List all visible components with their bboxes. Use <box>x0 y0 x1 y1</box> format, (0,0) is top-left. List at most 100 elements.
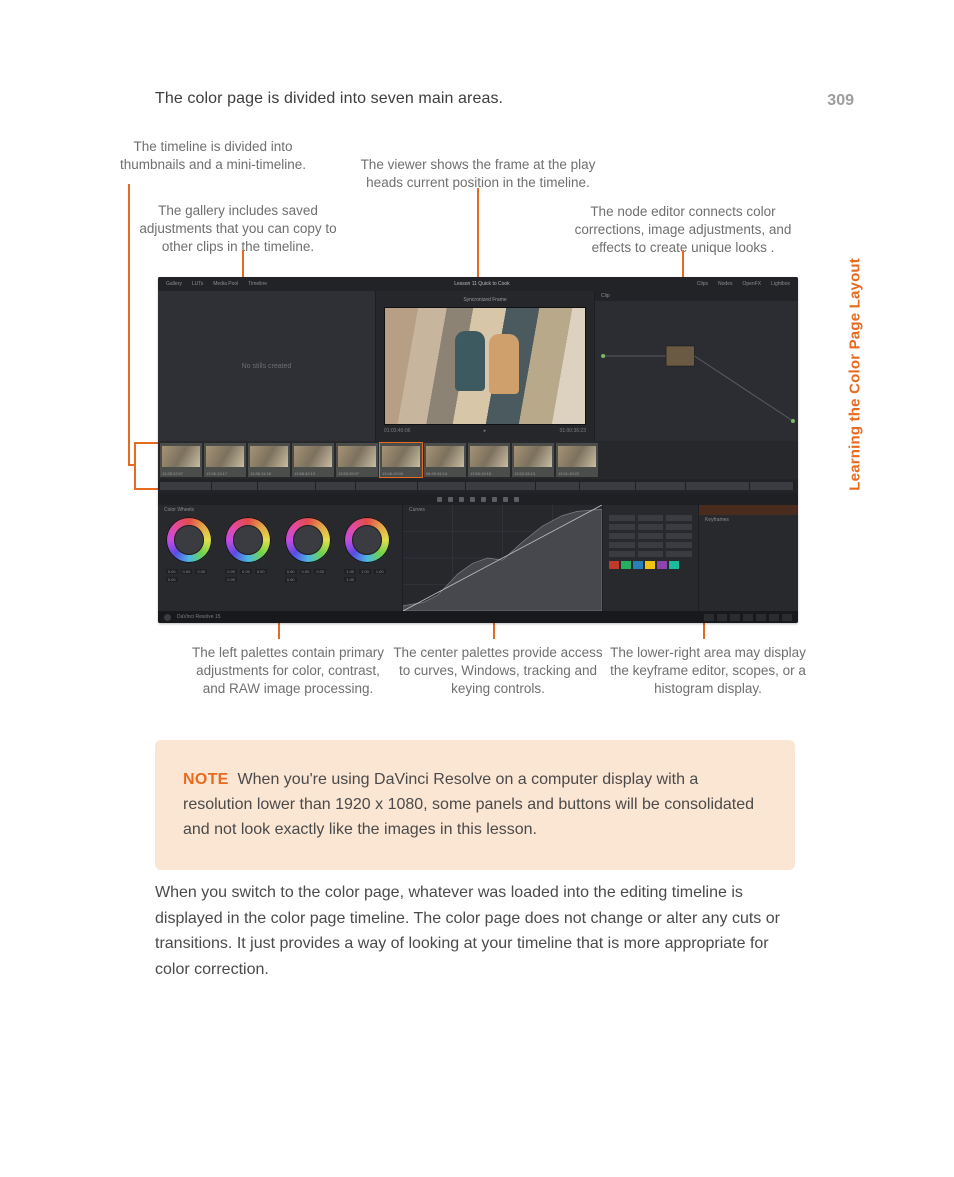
viewer-panel[interactable]: Syncronized Frame 01:03:40:06 ▸ 01:00:36… <box>376 291 594 441</box>
page-number: 309 <box>827 92 854 110</box>
toolbar-item[interactable]: Nodes <box>718 281 732 287</box>
thumbnail-clip[interactable]: 08:49:34:14 <box>424 443 466 477</box>
mini-timeline-clip[interactable] <box>536 482 580 490</box>
param-field[interactable] <box>666 542 692 548</box>
mini-timeline-clip[interactable] <box>418 482 466 490</box>
toolbar-item[interactable]: Media Pool <box>213 281 238 287</box>
mini-timeline-clip[interactable] <box>160 482 212 490</box>
param-field[interactable] <box>609 533 635 539</box>
qualifier-panel[interactable] <box>602 505 698 611</box>
color-swatch[interactable] <box>633 561 643 569</box>
play-icon[interactable]: ▸ <box>484 428 487 434</box>
thumbnail-clip[interactable]: 13:58:42:19 <box>292 443 334 477</box>
viewer-title: Syncronized Frame <box>384 297 586 303</box>
app-logo-icon <box>164 614 171 621</box>
keyframe-panel[interactable]: Keyframes <box>698 505 798 611</box>
callout-center-palettes: The center palettes provide access to cu… <box>388 644 608 699</box>
param-field[interactable] <box>638 533 664 539</box>
mini-timeline-clip[interactable] <box>258 482 316 490</box>
mini-timeline-clip[interactable] <box>580 482 636 490</box>
thumb-timecode: 13:36:11:18 <box>250 471 271 476</box>
color-swatch[interactable] <box>645 561 655 569</box>
toolbar-item[interactable]: OpenFX <box>742 281 761 287</box>
thumb-timecode: 13:52:28:13 <box>514 471 535 476</box>
mini-timeline-clip[interactable] <box>356 482 418 490</box>
thumbnail-clip[interactable]: 13:35:22:07 <box>160 443 202 477</box>
mini-timeline-clip[interactable] <box>750 482 794 490</box>
thumbnail-clip[interactable]: 13:52:28:13 <box>512 443 554 477</box>
param-field[interactable] <box>638 524 664 530</box>
curves-panel[interactable]: Curves <box>402 505 602 611</box>
color-wheel-ring[interactable] <box>285 517 331 563</box>
callout-left-palettes: The left palettes contain primary adjust… <box>188 644 388 699</box>
color-wheel-gain[interactable]: 0.000.000.000.00 <box>285 517 335 582</box>
thumbnail-timeline[interactable]: 13:35:22:0713:36:13:17 13:36:11:18 13:58:4… <box>158 441 798 479</box>
param-field[interactable] <box>638 542 664 548</box>
wheel-readout: 0.00 <box>240 569 252 574</box>
color-wheel-offset[interactable]: 1.001.001.001.00 <box>344 517 394 582</box>
wheel-readout: 0.00 <box>166 577 178 582</box>
color-swatch[interactable] <box>669 561 679 569</box>
param-field[interactable] <box>666 515 692 521</box>
app-footer: DaVinci Resolve 15 <box>158 611 798 623</box>
page-switcher[interactable] <box>704 614 792 621</box>
mini-timeline[interactable] <box>158 479 798 493</box>
node-graph <box>595 301 798 441</box>
node-tab[interactable]: Clip <box>601 293 610 299</box>
thumb-timecode: 13:41:19:22 <box>558 471 579 476</box>
param-field[interactable] <box>609 551 635 557</box>
wheel-readout: 0.00 <box>285 569 297 574</box>
mini-timeline-clip[interactable] <box>466 482 536 490</box>
wheel-readout: 0.00 <box>314 569 326 574</box>
toolbar-item[interactable]: Timeline <box>248 281 267 287</box>
mini-timeline-clip[interactable] <box>316 482 356 490</box>
top-toolbar: Gallery LUTs Media Pool Timeline Lesson … <box>158 277 798 291</box>
leader-bracket <box>134 442 158 490</box>
gallery-panel[interactable]: No stills created <box>158 291 376 441</box>
wheel-readout: 1.00 <box>359 569 371 574</box>
wheel-readout: 0.00 <box>255 569 267 574</box>
node-editor-panel[interactable]: Clip <box>594 291 798 441</box>
mini-timeline-clip[interactable] <box>686 482 750 490</box>
param-field[interactable] <box>666 524 692 530</box>
toolbar-item[interactable]: Clips <box>697 281 708 287</box>
wheel-readout: 0.00 <box>166 569 178 574</box>
color-swatch[interactable] <box>657 561 667 569</box>
palette-toolbar <box>158 493 798 505</box>
color-wheel-gamma[interactable]: 0.000.000.000.00 <box>225 517 275 582</box>
mini-timeline-clip[interactable] <box>636 482 686 490</box>
thumbnail-clip[interactable]: 13:36:11:18 <box>248 443 290 477</box>
viewer-timecode-right: 01:00:36:23 <box>560 428 586 434</box>
toolbar-item[interactable]: LUTs <box>192 281 203 287</box>
leader <box>128 184 130 464</box>
thumbnail-clip[interactable]: 13:36:13:17 <box>204 443 246 477</box>
param-field[interactable] <box>638 515 664 521</box>
color-swatch[interactable] <box>621 561 631 569</box>
thumbnail-clip[interactable]: 13:53:39:07 <box>336 443 378 477</box>
note-label: NOTE <box>183 771 229 788</box>
color-wheels-panel[interactable]: Color Wheels 0.000.000.000.000.000.000.0… <box>158 505 402 611</box>
color-wheel-ring[interactable] <box>166 517 212 563</box>
toolbar-item[interactable]: Gallery <box>166 281 182 287</box>
wheel-readout: 0.00 <box>300 569 312 574</box>
section-title-vertical: Learning the Color Page Layout <box>847 258 864 491</box>
curves-graph <box>403 505 602 611</box>
color-wheel-ring[interactable] <box>344 517 390 563</box>
intro-text: The color page is divided into seven mai… <box>155 90 795 108</box>
thumbnail-clip[interactable]: 13:41:19:22 <box>556 443 598 477</box>
thumbnail-clip[interactable]: 13:50:19:15 <box>468 443 510 477</box>
color-wheel-lift[interactable]: 0.000.000.000.00 <box>166 517 216 582</box>
param-field[interactable] <box>666 533 692 539</box>
param-field[interactable] <box>638 551 664 557</box>
toolbar-item[interactable]: Lightbox <box>771 281 790 287</box>
thumbnail-clip[interactable]: 13:46:19:00 <box>380 443 422 477</box>
param-field[interactable] <box>609 542 635 548</box>
callout-gallery: The gallery includes saved adjustments t… <box>133 202 343 257</box>
param-field[interactable] <box>609 524 635 530</box>
color-wheel-ring[interactable] <box>225 517 271 563</box>
param-field[interactable] <box>666 551 692 557</box>
color-swatch[interactable] <box>609 561 619 569</box>
param-field[interactable] <box>609 515 635 521</box>
mini-timeline-clip[interactable] <box>212 482 258 490</box>
thumb-timecode: 13:53:39:07 <box>338 471 359 476</box>
